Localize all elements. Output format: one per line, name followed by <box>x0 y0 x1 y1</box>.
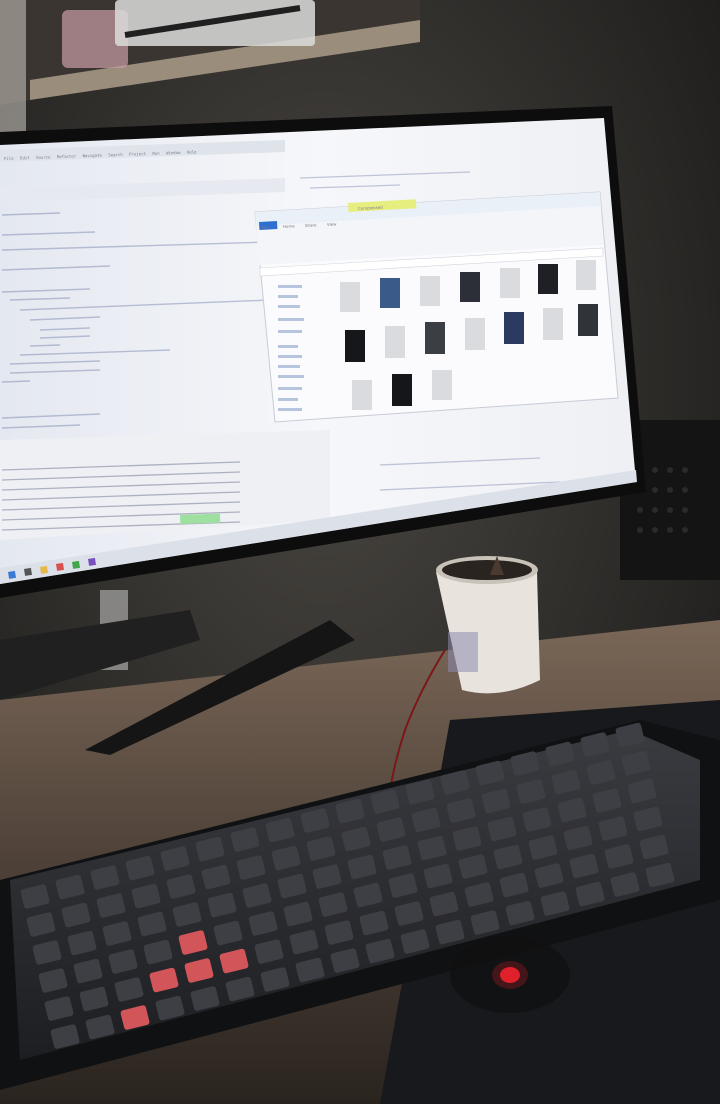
view-tab-label[interactable]: View <box>327 221 337 227</box>
terminal-icon[interactable] <box>88 557 97 566</box>
ide-icon[interactable] <box>71 560 81 569</box>
files-icon[interactable] <box>40 565 49 574</box>
thumbnail[interactable] <box>352 380 372 410</box>
scene-drawing: File Edit Source Refactor Navigate Searc… <box>0 0 720 1104</box>
share-tab-label[interactable]: Share <box>305 222 317 228</box>
thumbnail[interactable] <box>460 272 480 302</box>
thumbnail[interactable] <box>543 308 563 340</box>
file-tab-label: File <box>262 225 270 230</box>
thumbnail[interactable] <box>578 304 598 336</box>
thumbnail[interactable] <box>340 282 360 312</box>
start-icon[interactable] <box>7 570 17 579</box>
search-icon[interactable] <box>24 567 33 576</box>
home-tab-label[interactable]: Home <box>283 223 296 229</box>
thumbnail[interactable] <box>420 276 440 306</box>
thumbnail[interactable] <box>538 264 558 294</box>
thumbnail[interactable] <box>576 260 596 290</box>
file-explorer-window: File Home Share View Compressed <box>254 191 619 423</box>
thumbnail[interactable] <box>345 330 365 362</box>
thumbnail[interactable] <box>380 278 400 308</box>
thumbnail[interactable] <box>385 326 405 358</box>
thumbnail[interactable] <box>432 370 452 400</box>
thumbnail[interactable] <box>504 312 524 344</box>
photo-scene: File Edit Source Refactor Navigate Searc… <box>0 0 720 1104</box>
browser-icon[interactable] <box>55 562 65 571</box>
thumbnail[interactable] <box>392 374 412 406</box>
green-status <box>180 513 221 524</box>
thumbnail[interactable] <box>425 322 445 354</box>
mouse-icon <box>450 937 570 1013</box>
thumbnail[interactable] <box>465 318 485 350</box>
thumbnail[interactable] <box>500 268 520 298</box>
